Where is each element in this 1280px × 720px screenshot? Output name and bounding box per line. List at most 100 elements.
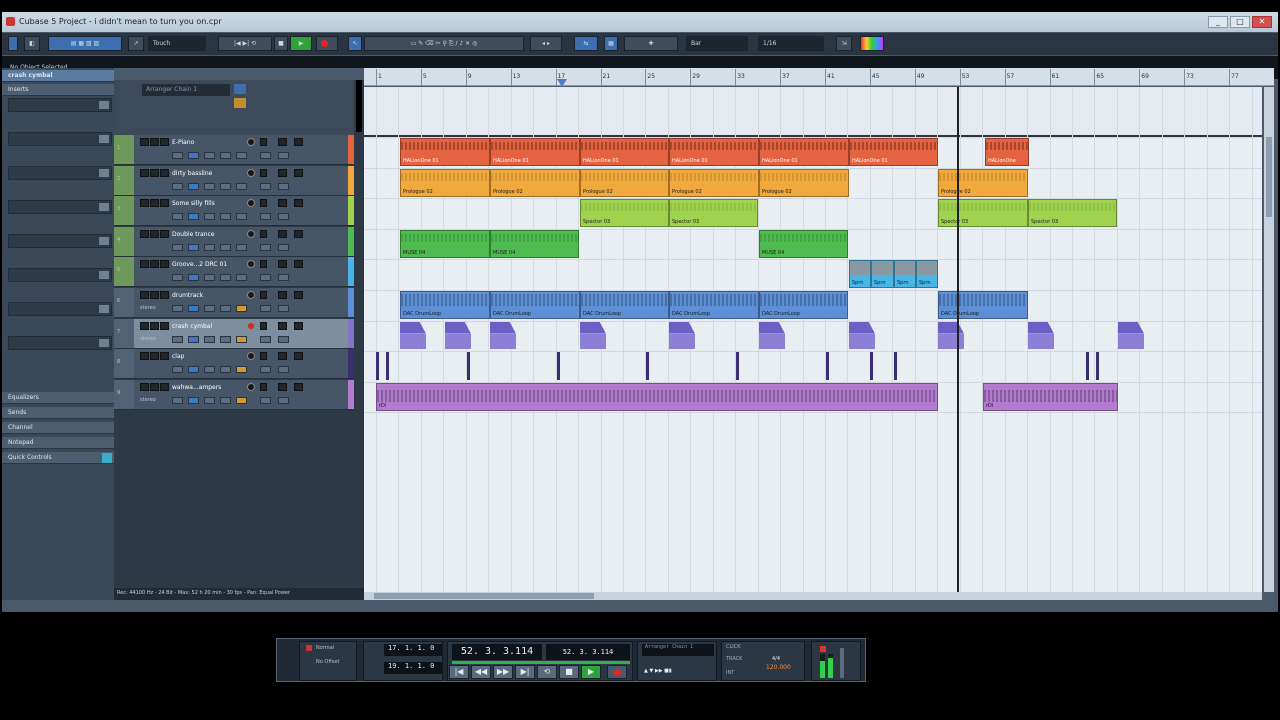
timebase-icon[interactable] [172, 366, 183, 374]
event-part[interactable]: Spector 03 [580, 199, 669, 228]
crash-hit-event[interactable] [669, 321, 695, 349]
write-automation-button[interactable] [294, 260, 303, 269]
track-preset-button[interactable] [278, 152, 289, 159]
track-list-divider[interactable] [356, 80, 362, 132]
timebase-icon[interactable] [172, 182, 183, 190]
timebase-icon[interactable] [172, 274, 183, 282]
event-part[interactable]: HALionOne 01 [580, 138, 669, 166]
clap-event[interactable] [894, 352, 897, 381]
event-part[interactable]: Prologue 02 [759, 168, 849, 197]
track-option-button[interactable] [204, 305, 215, 312]
write-automation-button[interactable] [294, 321, 303, 330]
monitor-button[interactable] [260, 382, 267, 391]
snap-mode-icon[interactable]: ▦ [604, 36, 618, 51]
read-automation-button[interactable] [278, 291, 287, 299]
record-enable-button[interactable] [247, 382, 255, 391]
click-label[interactable]: CLICK [726, 644, 741, 650]
record-mode-bottom[interactable]: No Offset [316, 659, 339, 665]
track-name[interactable]: crash cymbal [172, 323, 212, 330]
track-preset-button[interactable] [278, 243, 289, 251]
track-option-button[interactable] [220, 274, 231, 282]
read-automation-button[interactable] [278, 138, 287, 146]
event-display[interactable]: HALionOne 01 HALionOne 01 HALionOne 01 HALi… [364, 87, 1262, 592]
track-option-button[interactable] [220, 366, 231, 374]
event-part[interactable]: HALionOne 01 [669, 138, 759, 166]
quick-controls-icon[interactable] [102, 453, 112, 463]
event-part[interactable]: MUSE 04 [759, 229, 848, 258]
track-row[interactable]: 3 Some silly fills [114, 196, 354, 227]
record-enable-button[interactable] [247, 260, 255, 269]
track-option-button[interactable] [204, 182, 215, 190]
inspector-section-equalizers[interactable]: Equalizers [2, 392, 114, 404]
track-preset-button[interactable] [278, 335, 289, 343]
maximize-button[interactable]: □ [1230, 16, 1250, 28]
color-palette-button[interactable] [860, 36, 884, 51]
monitor-button[interactable] [260, 291, 267, 299]
clap-event[interactable] [1086, 352, 1089, 381]
mute-button[interactable] [140, 291, 149, 299]
snap-toggle[interactable]: ⇆ [574, 36, 598, 51]
freeze-button[interactable] [236, 305, 247, 312]
lock-button[interactable] [160, 168, 169, 177]
lock-button[interactable] [160, 229, 169, 238]
event-part[interactable]: Sprn [849, 260, 871, 289]
inspector-section-inserts[interactable]: Inserts [2, 84, 114, 96]
record-mode-top[interactable]: Normal [316, 645, 334, 651]
inspector-section-quick-controls[interactable]: Quick Controls [2, 452, 114, 464]
freeze-button[interactable] [236, 335, 247, 343]
freeze-button[interactable] [236, 213, 247, 221]
crash-hit-event[interactable] [580, 321, 606, 349]
inspector-section-sends[interactable]: Sends [2, 407, 114, 419]
automation-icon[interactable]: ↗ [128, 36, 144, 51]
lane-button[interactable] [260, 335, 271, 343]
record-enable-button[interactable] [247, 291, 255, 299]
track-option-button[interactable] [204, 152, 215, 159]
track-preset-button[interactable] [278, 305, 289, 312]
solo-button[interactable] [150, 260, 159, 269]
tempo-value[interactable]: 120.000 [766, 664, 791, 671]
event-part[interactable]: Spector 03 [1028, 199, 1117, 228]
freeze-button[interactable] [236, 396, 247, 404]
lane-button[interactable] [260, 274, 271, 282]
event-part[interactable]: rDl [983, 382, 1118, 411]
timebase-icon[interactable] [172, 152, 183, 159]
event-part[interactable]: Prologue 02 [938, 168, 1028, 197]
monitor-button[interactable] [260, 138, 267, 146]
event-part[interactable]: Prologue 02 [400, 168, 490, 197]
mute-button[interactable] [140, 199, 149, 208]
crash-hit-event[interactable] [759, 321, 785, 349]
lane-button[interactable] [260, 213, 271, 221]
vertical-scrollbar[interactable] [1264, 87, 1274, 592]
mute-button[interactable] [140, 382, 149, 391]
track-name[interactable]: Groove...2 DRC 01 [172, 261, 227, 268]
goto-start-button[interactable]: |◀ [449, 665, 469, 679]
clap-event[interactable] [870, 352, 873, 381]
lock-button[interactable] [160, 260, 169, 269]
clap-event[interactable] [826, 352, 829, 381]
read-automation-button[interactable] [278, 168, 287, 177]
close-button[interactable]: ✕ [1252, 16, 1272, 28]
crash-hit-event[interactable] [445, 321, 471, 349]
arranger-chain-display[interactable]: Arranger Chain 1 [642, 644, 714, 656]
event-part[interactable]: Spector 03 [669, 199, 758, 228]
horizontal-scrollbar[interactable] [364, 592, 1262, 600]
monitor-button[interactable] [260, 168, 267, 177]
solo-button[interactable] [150, 229, 159, 238]
play-mini-button[interactable]: ▶ [290, 36, 312, 51]
track-option-button[interactable] [220, 243, 231, 251]
freeze-button[interactable] [236, 243, 247, 251]
edit-channel-button[interactable] [188, 182, 199, 190]
mute-button[interactable] [140, 138, 149, 146]
clap-event[interactable] [376, 352, 379, 381]
minimize-button[interactable]: _ [1208, 16, 1228, 28]
lane-button[interactable] [260, 396, 271, 404]
arranger-edit-icon[interactable] [234, 98, 246, 108]
forward-button[interactable]: ▶▶ [493, 665, 513, 679]
track-preset-button[interactable] [278, 213, 289, 221]
crash-hit-event[interactable] [400, 321, 426, 349]
left-locator[interactable]: 17. 1. 1. 0 [384, 644, 442, 656]
read-automation-button[interactable] [278, 382, 287, 391]
track-option-button[interactable] [220, 335, 231, 343]
track-option-button[interactable] [204, 366, 215, 374]
track-preset-button[interactable] [278, 366, 289, 374]
